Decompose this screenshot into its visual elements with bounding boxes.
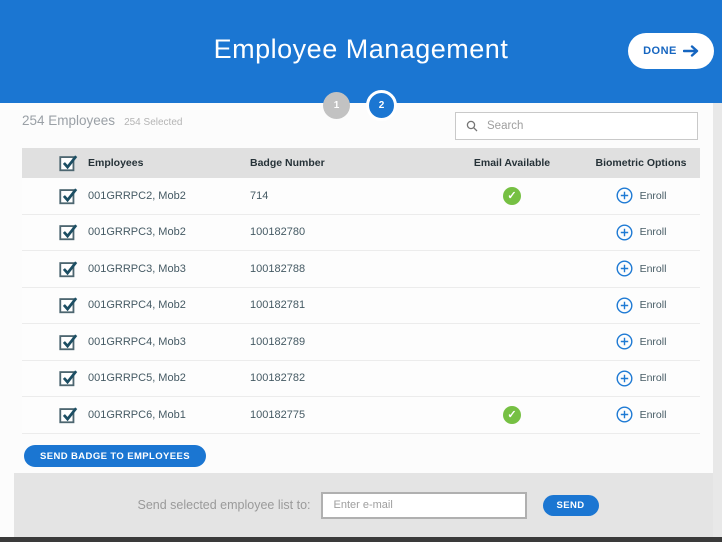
badge-number: 100182781 [250,299,442,311]
plus-circle-icon [616,224,633,241]
checked-checkbox-icon [58,259,78,279]
done-button-label: DONE [643,45,677,57]
email-available-cell: ✓ [442,406,582,424]
table-row: 001GRRPC5, Mob2 100182782 Enroll [22,361,700,398]
search-icon [466,120,478,132]
step-indicator: 1 2 [323,92,397,121]
email-available-cell [442,369,582,387]
employee-name: 001GRRPC5, Mob2 [88,372,250,384]
enroll-label: Enroll [640,336,667,348]
enroll-label: Enroll [640,299,667,311]
employee-name: 001GRRPC3, Mob2 [88,226,250,238]
employee-table: Employees Badge Number Email Available B… [22,148,700,434]
checked-checkbox-icon [58,186,78,206]
email-available-cell [442,260,582,278]
arrow-right-icon [683,45,699,57]
col-header-biometric-options: Biometric Options [582,157,700,169]
plus-circle-icon [616,297,633,314]
enroll-label: Enroll [640,226,667,238]
enroll-label: Enroll [640,409,667,421]
employee-count: 254 Employees [22,113,115,128]
badge-number: 714 [250,190,442,202]
green-check-icon: ✓ [503,187,521,205]
green-check-icon: ✓ [503,406,521,424]
checked-checkbox-icon [58,405,78,425]
employee-name: 001GRRPC4, Mob2 [88,299,250,311]
enroll-button[interactable]: Enroll [582,260,700,277]
enroll-button[interactable]: Enroll [582,224,700,241]
table-row: 001GRRPC6, Mob1 100182775 ✓ Enroll [22,397,700,434]
badge-number: 100182780 [250,226,442,238]
email-available-cell [442,296,582,314]
email-available-cell: ✓ [442,187,582,205]
checked-checkbox-icon [58,368,78,388]
enroll-label: Enroll [640,263,667,275]
table-row: 001GRRPC3, Mob2 100182780 Enroll [22,215,700,252]
employee-name: 001GRRPC4, Mob3 [88,336,250,348]
table-row: 001GRRPC4, Mob2 100182781 Enroll [22,288,700,325]
employee-name: 001GRRPC3, Mob3 [88,263,250,275]
badge-number: 100182788 [250,263,442,275]
row-checkbox[interactable] [22,186,88,206]
col-header-employees: Employees [88,157,250,169]
footer-bar: Send selected employee list to: SEND [14,473,722,537]
step-1[interactable]: 1 [323,92,350,119]
table-row: 001GRRPC2, Mob2 714 ✓ Enroll [22,178,700,215]
enroll-label: Enroll [640,190,667,202]
badge-number: 100182789 [250,336,442,348]
email-available-cell [442,333,582,351]
enroll-button[interactable]: Enroll [582,406,700,423]
col-header-badge-number: Badge Number [250,157,442,169]
plus-circle-icon [616,187,633,204]
plus-circle-icon [616,260,633,277]
enroll-button[interactable]: Enroll [582,297,700,314]
plus-circle-icon [616,333,633,350]
enroll-label: Enroll [640,372,667,384]
email-available-cell [442,223,582,241]
page-title: Employee Management [0,34,722,65]
employee-management-screen: Employee Management DONE 1 2 254 Employe… [0,0,722,542]
employee-name: 001GRRPC6, Mob1 [88,409,250,421]
checked-checkbox-icon [58,222,78,242]
email-field[interactable] [321,492,527,519]
window-bottom-edge [0,537,722,542]
row-checkbox[interactable] [22,332,88,352]
send-badge-to-employees-button[interactable]: SEND BADGE TO EMPLOYEES [24,445,206,467]
row-checkbox[interactable] [22,295,88,315]
row-checkbox[interactable] [22,405,88,425]
table-header-row: Employees Badge Number Email Available B… [22,148,700,178]
table-row: 001GRRPC3, Mob3 100182788 Enroll [22,251,700,288]
plus-circle-icon [616,406,633,423]
step-2[interactable]: 2 [366,90,397,121]
enroll-button[interactable]: Enroll [582,333,700,350]
checked-checkbox-icon [58,295,78,315]
selected-count: 254 Selected [124,117,182,128]
scrollbar-track[interactable] [713,103,722,537]
row-checkbox[interactable] [22,259,88,279]
table-row: 001GRRPC4, Mob3 100182789 Enroll [22,324,700,361]
checked-checkbox-icon [58,332,78,352]
app-header: Employee Management DONE [0,0,722,103]
table-body: 001GRRPC2, Mob2 714 ✓ Enroll 001GRRPC [22,178,700,434]
search-box[interactable] [455,112,698,140]
send-list-label: Send selected employee list to: [137,498,310,512]
row-checkbox[interactable] [22,222,88,242]
employee-name: 001GRRPC2, Mob2 [88,190,250,202]
selection-summary: 254 Employees 254 Selected [22,113,182,128]
done-button[interactable]: DONE [628,33,714,69]
enroll-button[interactable]: Enroll [582,370,700,387]
select-all-checkbox[interactable] [22,153,88,173]
col-header-email-available: Email Available [442,157,582,169]
badge-number: 100182775 [250,409,442,421]
plus-circle-icon [616,370,633,387]
row-checkbox[interactable] [22,368,88,388]
search-input[interactable] [487,120,687,132]
enroll-button[interactable]: Enroll [582,187,700,204]
send-button[interactable]: SEND [543,495,599,516]
badge-number: 100182782 [250,372,442,384]
checked-checkbox-icon [58,153,78,173]
